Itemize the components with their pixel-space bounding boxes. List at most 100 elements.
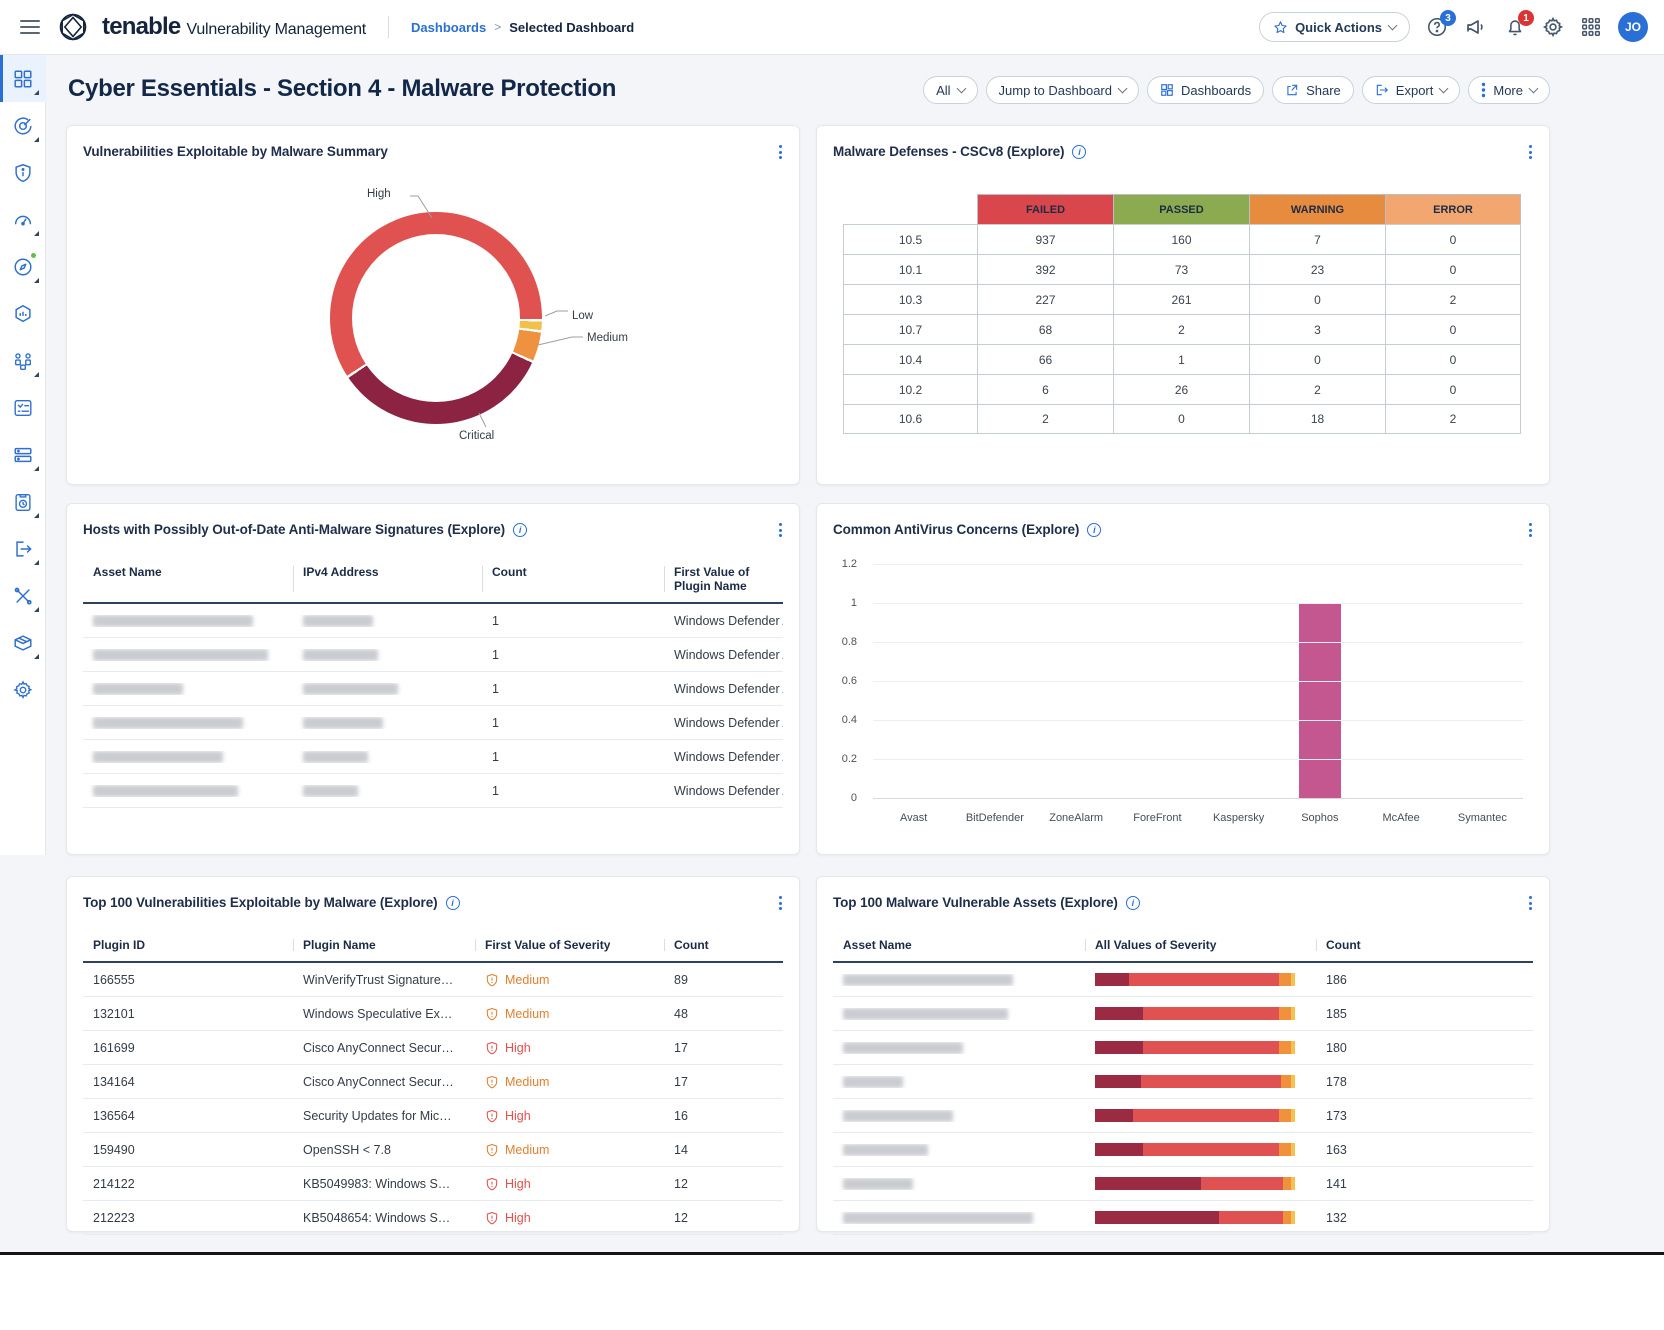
info-icon[interactable]: i	[513, 523, 527, 537]
widget-menu-kebab-icon[interactable]	[1526, 142, 1535, 162]
redacted-ipv4	[303, 649, 378, 661]
sidebar-item-settings[interactable]	[0, 666, 46, 713]
jump-to-dashboard-button[interactable]: Jump to Dashboard	[986, 76, 1139, 104]
redacted-asset-name	[93, 649, 268, 661]
sidebar-item-exposure-view[interactable]	[0, 196, 46, 243]
redacted-asset-name	[843, 1212, 1033, 1224]
plugin-name-cell: Security Updates for Mic…	[293, 1109, 475, 1123]
sidebar-item-scans[interactable]	[0, 384, 46, 431]
plugin-id-cell: 159490	[83, 1143, 293, 1157]
plugin-name-cell: Cisco AnyConnect Secur…	[293, 1041, 475, 1055]
hamburger-icon[interactable]	[16, 16, 44, 38]
settings-icon[interactable]	[1542, 16, 1564, 38]
box-icon	[12, 632, 34, 654]
column-header: IPv4 Address	[293, 565, 482, 593]
redacted-ipv4	[303, 751, 368, 763]
count-cell: 178	[1316, 1075, 1533, 1089]
info-icon[interactable]: i	[1072, 145, 1086, 159]
severity-label: High	[505, 1109, 531, 1123]
plugin-id-cell: 134164	[83, 1075, 293, 1089]
plugin-name-cell: Windows Defender Anti…	[664, 750, 783, 764]
widget-menu-kebab-icon[interactable]	[776, 520, 785, 540]
breadcrumb-dashboards-link[interactable]: Dashboards	[411, 20, 486, 35]
all-filter-button[interactable]: All	[923, 76, 977, 104]
severity-bar	[1095, 1177, 1295, 1190]
severity-bar	[1095, 1143, 1295, 1156]
redacted-ipv4	[303, 683, 398, 695]
redacted-ipv4	[303, 717, 383, 729]
tools-icon	[12, 585, 34, 607]
announcements-icon[interactable]	[1464, 15, 1488, 39]
sidebar-item-identities[interactable]	[0, 337, 46, 384]
count-cell: 141	[1316, 1177, 1533, 1191]
redacted-asset-name	[843, 1076, 903, 1088]
info-icon[interactable]: i	[1087, 523, 1101, 537]
widget-menu-kebab-icon[interactable]	[776, 893, 785, 913]
severity-badge: Medium	[485, 1007, 549, 1021]
plugin-id-cell: 212223	[83, 1211, 293, 1225]
sidebar-item-reports[interactable]	[0, 478, 46, 525]
export-button[interactable]: Export	[1362, 76, 1461, 104]
sidebar-item-remediation[interactable]	[0, 572, 46, 619]
hexagon-assets-icon	[12, 303, 34, 325]
divider	[388, 16, 389, 38]
apps-grid-icon[interactable]	[1580, 16, 1602, 38]
plugin-id-cell: 214122	[83, 1177, 293, 1191]
widget-menu-kebab-icon[interactable]	[1526, 893, 1535, 913]
count-cell: 1	[482, 614, 664, 628]
severity-bar	[1095, 1041, 1295, 1054]
chevron-down-icon	[1118, 84, 1128, 94]
redacted-asset-name	[843, 1110, 953, 1122]
sidebar-item-assets[interactable]	[0, 290, 46, 337]
severity-bar	[1095, 973, 1295, 986]
plugin-name-cell: Windows Defender Anti…	[664, 648, 783, 662]
redacted-asset-name	[843, 1144, 928, 1156]
antivirus-plot	[873, 564, 1523, 798]
malware-defenses-table: FAILED PASSED WARNING ERROR 10.5 937 160…	[843, 194, 1521, 434]
severity-badge: High	[485, 1041, 531, 1055]
widget-hosts-out-of-date: Hosts with Possibly Out-of-Date Anti-Mal…	[66, 503, 800, 855]
count-cell: 163	[1316, 1143, 1533, 1157]
severity-label: High	[505, 1177, 531, 1191]
cell: 160	[1113, 224, 1249, 254]
top-assets-table: Asset Name All Values of Severity Count …	[833, 929, 1533, 1235]
plugin-name-cell: Windows Defender Anti…	[664, 716, 783, 730]
cell: 2	[1385, 284, 1521, 314]
redacted-asset-name	[93, 683, 183, 695]
quick-actions-button[interactable]: Quick Actions	[1259, 12, 1410, 42]
chevron-down-icon	[956, 84, 966, 94]
severity-label: Medium	[505, 1075, 549, 1089]
sidebar-item-findings[interactable]	[0, 102, 46, 149]
dashboards-button[interactable]: Dashboards	[1147, 76, 1264, 104]
sidebar-item-vulnerability-intelligence[interactable]	[0, 149, 46, 196]
row-label: 10.1	[843, 254, 977, 284]
sidebar-item-packages[interactable]	[0, 619, 46, 666]
sidebar-item-dashboards[interactable]	[0, 55, 46, 102]
column-header: First Value of Plugin Name	[664, 565, 783, 593]
help-button[interactable]: 3	[1426, 16, 1448, 38]
widget-title: Top 100 Vulnerabilities Exploitable by M…	[83, 895, 438, 910]
info-icon[interactable]: i	[1126, 896, 1140, 910]
info-icon[interactable]: i	[446, 896, 460, 910]
row-label: 10.6	[843, 404, 977, 434]
redacted-asset-name	[843, 1178, 913, 1190]
sidebar-item-scanners[interactable]	[0, 431, 46, 478]
widget-menu-kebab-icon[interactable]	[1526, 520, 1535, 540]
widget-title: Hosts with Possibly Out-of-Date Anti-Mal…	[83, 522, 505, 537]
cell: 937	[977, 224, 1113, 254]
avatar[interactable]: JO	[1618, 12, 1648, 42]
count-cell: 48	[664, 1007, 783, 1021]
more-button[interactable]: More	[1468, 76, 1550, 104]
severity-badge: High	[485, 1177, 531, 1191]
donut-chart	[330, 212, 542, 424]
widget-menu-kebab-icon[interactable]	[776, 142, 785, 162]
cell: 66	[977, 344, 1113, 374]
redacted-asset-name	[843, 1008, 1008, 1020]
share-button[interactable]: Share	[1272, 76, 1354, 104]
notifications-button[interactable]: 1	[1504, 16, 1526, 38]
sidebar-item-export[interactable]	[0, 525, 46, 572]
severity-badge: Medium	[485, 1075, 549, 1089]
count-cell: 17	[664, 1075, 783, 1089]
cell: 7	[1249, 224, 1385, 254]
sidebar-item-explore[interactable]	[0, 243, 46, 290]
